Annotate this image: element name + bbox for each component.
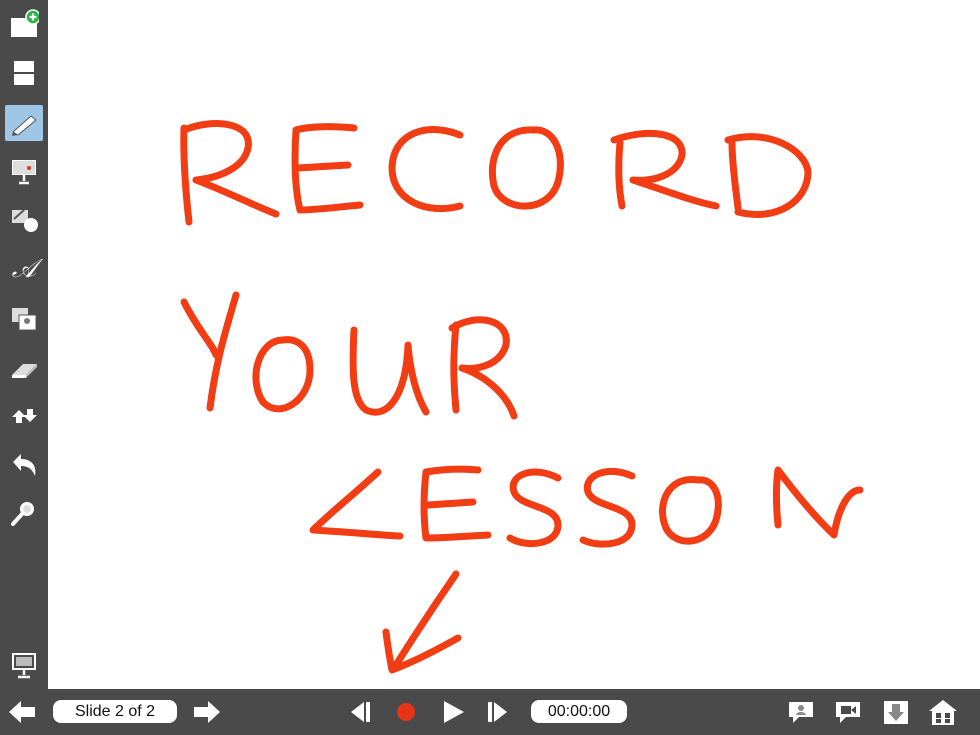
export-button[interactable] xyxy=(880,697,912,727)
new-slide-icon xyxy=(11,9,39,37)
download-icon xyxy=(884,701,908,724)
zoom-button[interactable] xyxy=(5,495,43,531)
play-icon xyxy=(444,701,464,723)
undo-button[interactable] xyxy=(5,447,43,483)
layout-icon xyxy=(14,61,34,85)
bottom-bar: Slide 2 of 2 00:00:00 xyxy=(0,689,980,735)
handwriting-lesson xyxy=(309,465,864,548)
skip-forward-icon xyxy=(488,702,507,722)
skip-back-button[interactable] xyxy=(344,697,376,727)
text-tool-button[interactable]: 𝒜 xyxy=(5,251,43,287)
arrow-right-icon xyxy=(194,701,220,723)
home-icon xyxy=(929,700,957,725)
eraser-button[interactable] xyxy=(5,350,43,386)
laser-pointer-icon xyxy=(12,160,36,185)
layout-button[interactable] xyxy=(5,55,43,91)
video-button[interactable] xyxy=(832,697,864,727)
speech-bubble-icon xyxy=(789,702,813,723)
eraser-icon xyxy=(12,364,37,378)
handwriting-your xyxy=(180,291,518,420)
undo-icon xyxy=(13,454,36,476)
record-button[interactable] xyxy=(390,697,422,727)
presentation-mode-button[interactable] xyxy=(5,647,43,683)
shapes-button[interactable] xyxy=(5,201,43,237)
comment-button[interactable] xyxy=(785,697,817,727)
record-icon xyxy=(397,703,415,721)
new-slide-button[interactable] xyxy=(5,6,43,42)
image-icon xyxy=(12,308,37,331)
handwriting-arrow xyxy=(382,570,462,674)
left-toolbar: 𝒜 xyxy=(0,0,48,689)
video-camera-icon xyxy=(836,702,860,723)
skip-forward-button[interactable] xyxy=(482,697,514,727)
home-button[interactable] xyxy=(927,697,959,727)
shapes-icon xyxy=(12,209,38,232)
pen-icon xyxy=(12,115,37,136)
skip-back-icon xyxy=(351,702,370,722)
laser-pointer-button[interactable] xyxy=(5,153,43,189)
play-button[interactable] xyxy=(437,697,469,727)
handwriting-drawing xyxy=(180,120,864,674)
text-icon: 𝒜 xyxy=(11,254,37,284)
whiteboard-canvas[interactable] xyxy=(48,0,980,689)
image-button[interactable] xyxy=(5,301,43,337)
previous-slide-button[interactable] xyxy=(6,697,38,727)
move-icon xyxy=(12,409,37,423)
move-button[interactable] xyxy=(5,398,43,434)
recording-timer: 00:00:00 xyxy=(531,700,627,723)
handwriting-record xyxy=(180,120,812,226)
arrow-left-icon xyxy=(9,701,35,723)
presentation-icon xyxy=(12,653,36,679)
pen-tool-button[interactable] xyxy=(5,105,43,141)
next-slide-button[interactable] xyxy=(191,697,223,727)
slide-indicator: Slide 2 of 2 xyxy=(53,700,177,723)
zoom-icon xyxy=(11,502,34,526)
